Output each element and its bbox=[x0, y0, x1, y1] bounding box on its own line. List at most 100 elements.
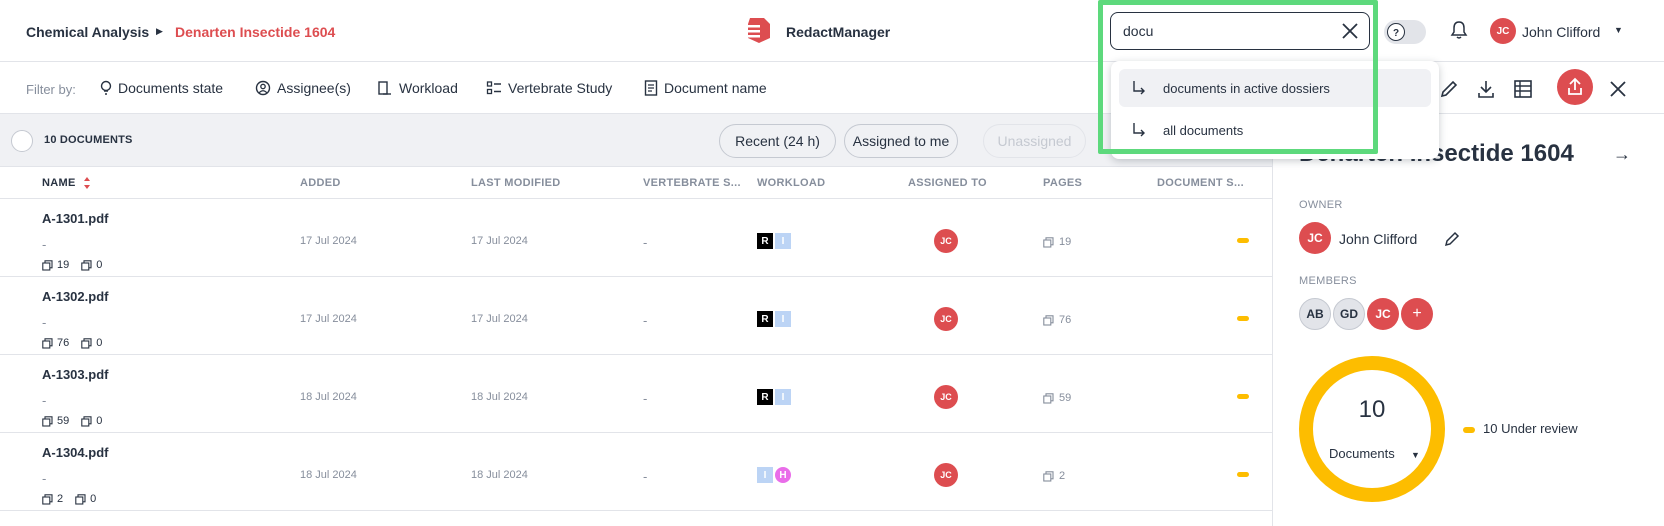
workload-badge-r: R bbox=[757, 311, 773, 327]
assignee-avatar[interactable]: JC bbox=[934, 307, 958, 331]
suggestion-active-dossiers[interactable]: documents in active dossiers bbox=[1119, 69, 1431, 107]
table-header: NAME ADDED LAST MODIFIED VERTEBRATE S...… bbox=[0, 167, 1272, 199]
annotations-icon bbox=[81, 415, 92, 427]
file-name[interactable]: A-1301.pdf bbox=[42, 211, 108, 226]
annotation-count: 0 bbox=[96, 259, 103, 271]
member-avatar[interactable]: AB bbox=[1299, 298, 1331, 330]
file-name[interactable]: A-1303.pdf bbox=[42, 367, 108, 382]
documents-status-chart: 10 Documents ▼ bbox=[1299, 356, 1445, 502]
redactmanager-logo-icon bbox=[744, 18, 770, 43]
filter-workload[interactable]: Workload bbox=[377, 80, 458, 96]
search-input[interactable] bbox=[1123, 21, 1323, 41]
pages-icon bbox=[42, 259, 53, 271]
list-icon bbox=[486, 81, 501, 95]
table-icon[interactable] bbox=[1510, 76, 1536, 102]
table-row[interactable]: A-1301.pdf - 19 0 17 Jul 2024 17 Jul 202… bbox=[0, 199, 1272, 277]
owner-name: John Clifford bbox=[1339, 231, 1418, 247]
close-icon[interactable] bbox=[1605, 76, 1631, 102]
quick-filter-unassigned[interactable]: Unassigned bbox=[983, 124, 1086, 158]
workload-badge-i: I bbox=[775, 389, 791, 405]
top-header: Chemical Analysis ▶ Denarten Insectide 1… bbox=[0, 0, 1664, 62]
quick-filter-recent[interactable]: Recent (24 h) bbox=[719, 124, 836, 158]
sort-icon[interactable] bbox=[83, 175, 91, 191]
quick-filter-assigned-to-me[interactable]: Assigned to me bbox=[844, 124, 958, 158]
select-all-checkbox[interactable] bbox=[11, 130, 33, 152]
pencil-icon[interactable] bbox=[1436, 76, 1462, 102]
search-box[interactable] bbox=[1110, 12, 1370, 50]
vertebrate-study-value: - bbox=[643, 313, 648, 328]
column-header-added[interactable]: ADDED bbox=[300, 177, 341, 189]
pages-icon bbox=[1043, 236, 1054, 248]
column-header-name[interactable]: NAME bbox=[42, 177, 76, 189]
column-header-document-state[interactable]: DOCUMENT S... bbox=[1157, 177, 1244, 189]
help-mode-toggle[interactable]: ? bbox=[1384, 20, 1426, 44]
filter-label-text: Workload bbox=[399, 80, 458, 96]
export-button[interactable] bbox=[1557, 69, 1593, 105]
breadcrumb-current[interactable]: Denarten Insectide 1604 bbox=[175, 24, 335, 40]
filter-label: Filter by: bbox=[26, 82, 76, 97]
breadcrumb-root[interactable]: Chemical Analysis bbox=[26, 24, 149, 40]
assignee-avatar[interactable]: JC bbox=[934, 385, 958, 409]
download-icon[interactable] bbox=[1473, 76, 1499, 102]
file-subtitle: - bbox=[42, 237, 47, 252]
pages-icon bbox=[42, 415, 53, 427]
table-row[interactable]: A-1302.pdf - 76 0 17 Jul 2024 17 Jul 202… bbox=[0, 277, 1272, 355]
column-header-pages[interactable]: PAGES bbox=[1043, 177, 1082, 189]
column-header-last-modified[interactable]: LAST MODIFIED bbox=[471, 177, 560, 189]
annotations-icon bbox=[81, 337, 92, 349]
arrow-right-icon[interactable]: → bbox=[1613, 144, 1631, 165]
workload-badges: IH bbox=[757, 467, 791, 483]
column-header-vertebrate-study[interactable]: VERTEBRATE S... bbox=[643, 177, 741, 189]
workload-icon bbox=[378, 81, 391, 95]
close-icon[interactable] bbox=[1339, 20, 1361, 42]
pages-cell: 59 bbox=[1043, 392, 1071, 404]
status-under-review-indicator bbox=[1237, 472, 1249, 477]
member-avatar[interactable]: JC bbox=[1367, 298, 1399, 330]
table-row[interactable]: A-1304.pdf - 2 0 18 Jul 2024 18 Jul 2024… bbox=[0, 433, 1272, 511]
date-added: 18 Jul 2024 bbox=[300, 469, 357, 481]
workload-badge-i: I bbox=[757, 467, 773, 483]
search-suggestions-dropdown: documents in active dossiers all documen… bbox=[1111, 61, 1439, 159]
column-header-workload[interactable]: WORKLOAD bbox=[757, 177, 825, 189]
file-name[interactable]: A-1302.pdf bbox=[42, 289, 108, 304]
pages-value: 76 bbox=[1059, 314, 1072, 326]
avatar[interactable]: JC bbox=[1490, 18, 1516, 44]
table-row[interactable]: A-1303.pdf - 59 0 18 Jul 2024 18 Jul 202… bbox=[0, 355, 1272, 433]
breadcrumb-separator-icon: ▶ bbox=[156, 26, 163, 36]
chevron-down-icon[interactable]: ▼ bbox=[1614, 25, 1623, 35]
pages-icon bbox=[1043, 470, 1054, 482]
pages-cell: 2 bbox=[1043, 470, 1065, 482]
pages-icon bbox=[42, 337, 53, 349]
workload-badge-i: I bbox=[775, 233, 791, 249]
add-member-button[interactable]: + bbox=[1401, 298, 1433, 330]
member-avatar[interactable]: GD bbox=[1333, 298, 1365, 330]
user-name[interactable]: John Clifford bbox=[1522, 24, 1600, 40]
file-stats: 19 0 bbox=[42, 259, 102, 271]
filter-assignees[interactable]: Assignee(s) bbox=[255, 80, 351, 96]
bell-icon[interactable] bbox=[1450, 20, 1468, 40]
assignee-avatar[interactable]: JC bbox=[934, 229, 958, 253]
legend-under-review[interactable]: 10 Under review bbox=[1483, 421, 1578, 436]
workload-badge-h: H bbox=[775, 467, 791, 483]
list-toolbar: 10 DOCUMENTS Recent (24 h) Assigned to m… bbox=[0, 114, 1272, 167]
file-name[interactable]: A-1304.pdf bbox=[42, 445, 108, 460]
chart-total: 10 bbox=[1358, 396, 1386, 423]
column-header-assigned-to[interactable]: ASSIGNED TO bbox=[908, 177, 987, 189]
annotation-count: 0 bbox=[96, 415, 103, 427]
chevron-down-icon[interactable]: ▼ bbox=[1411, 450, 1420, 460]
pencil-icon[interactable] bbox=[1443, 230, 1461, 248]
assignee-avatar[interactable]: JC bbox=[934, 463, 958, 487]
subdirectory-arrow-icon bbox=[1133, 81, 1145, 95]
filter-document-name[interactable]: Document name bbox=[644, 80, 767, 96]
filter-documents-state[interactable]: Documents state bbox=[100, 80, 223, 96]
chart-label[interactable]: Documents bbox=[1329, 446, 1395, 461]
filter-vertebrate-study[interactable]: Vertebrate Study bbox=[486, 80, 612, 96]
annotation-count: 0 bbox=[90, 493, 97, 505]
status-under-review-indicator bbox=[1237, 316, 1249, 321]
status-under-review-indicator bbox=[1237, 394, 1249, 399]
filter-label-text: Document name bbox=[664, 80, 767, 96]
vertebrate-study-value: - bbox=[643, 391, 648, 406]
suggestion-all-documents[interactable]: all documents bbox=[1119, 111, 1431, 149]
vertebrate-study-value: - bbox=[643, 469, 648, 484]
file-subtitle: - bbox=[42, 471, 47, 486]
